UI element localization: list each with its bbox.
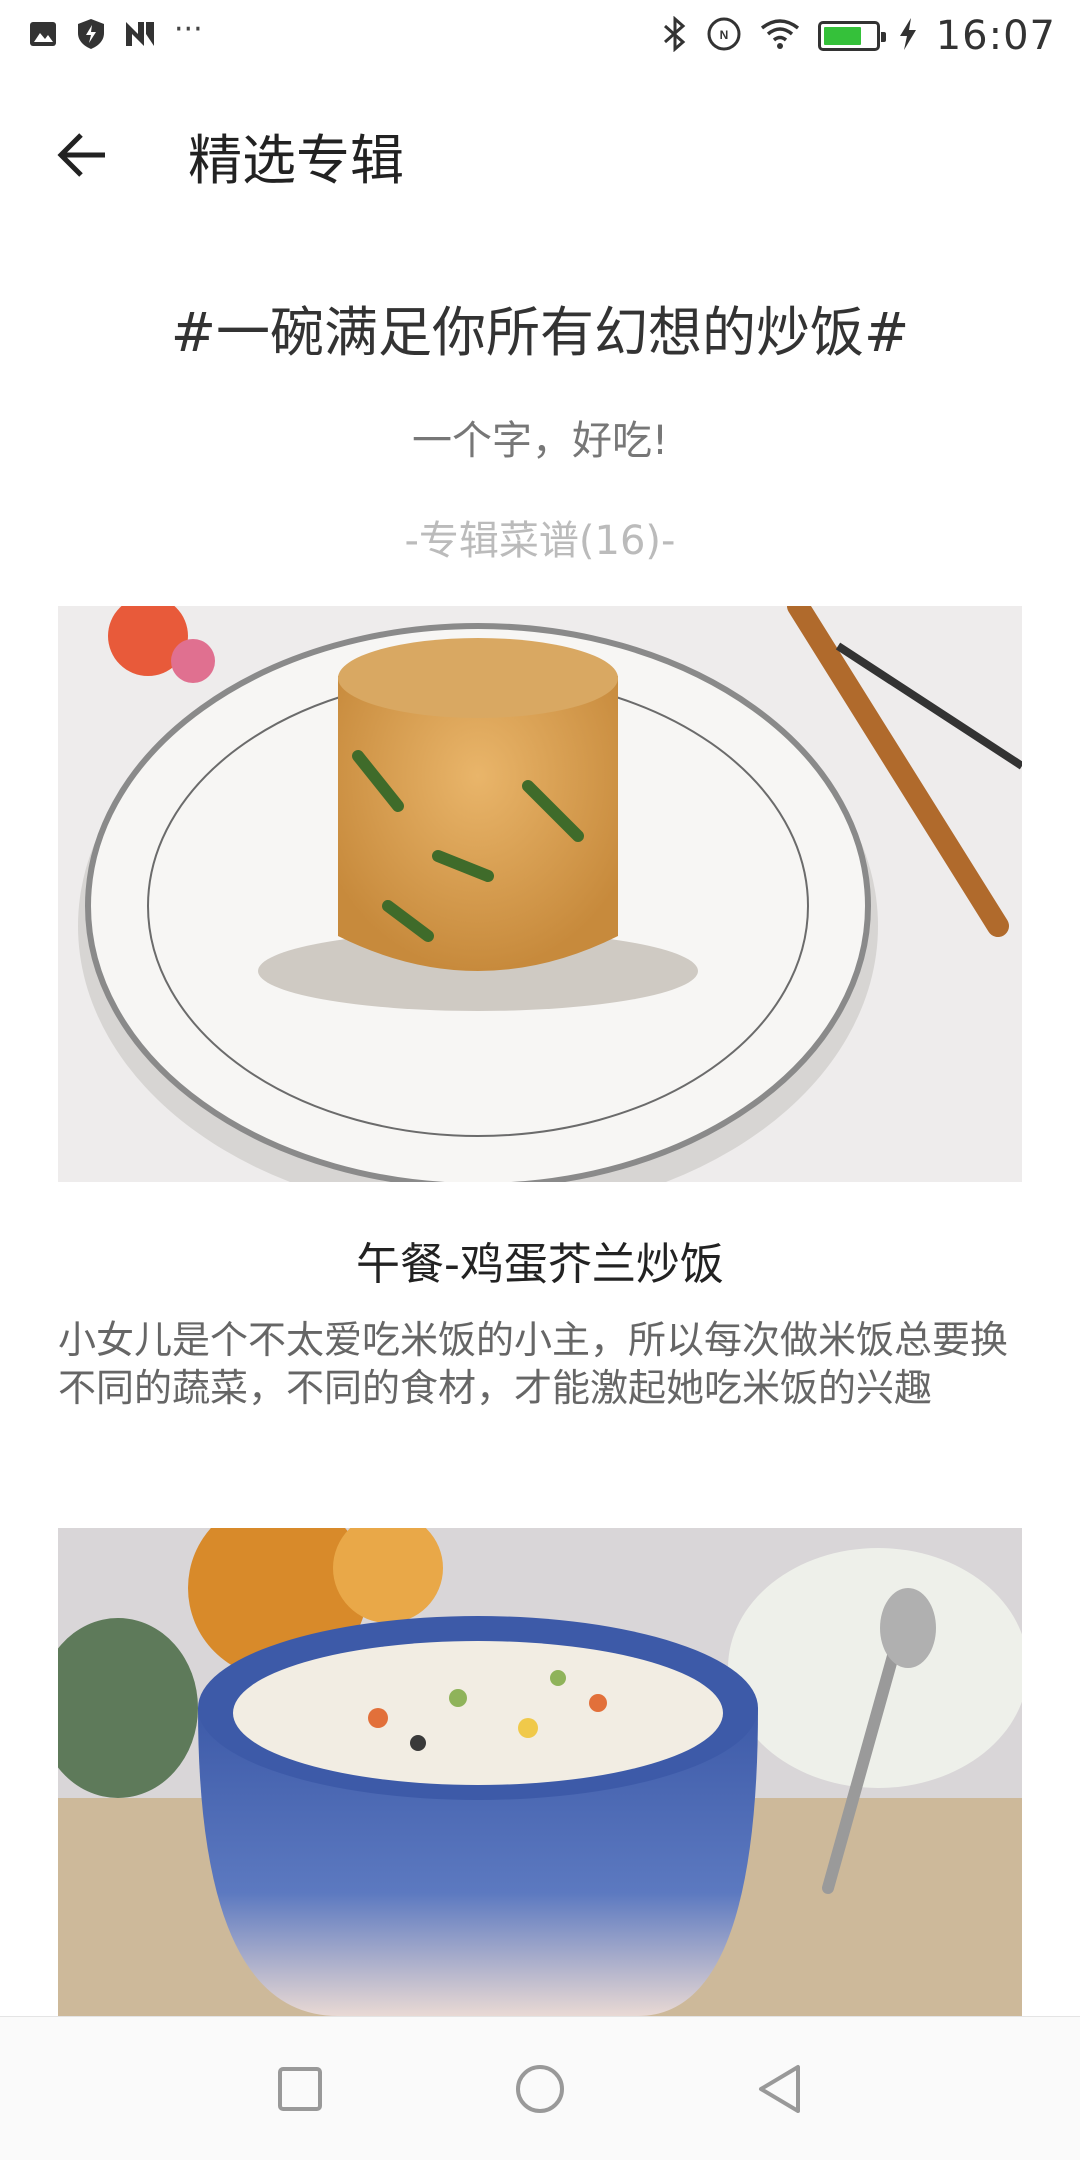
recipe-1-title[interactable]: 午餐-鸡蛋芥兰炒饭: [58, 1228, 1022, 1292]
system-nav-bar: [0, 2016, 1080, 2160]
arrow-left-icon: [57, 133, 105, 177]
status-bar: ··· N 16:07: [0, 0, 1080, 72]
status-left: ···: [28, 12, 203, 54]
gallery-icon: [28, 19, 58, 53]
battery-icon: [817, 21, 886, 51]
recent-apps-icon: [278, 2066, 322, 2111]
bluetooth-icon: [662, 15, 688, 56]
back-triangle-icon: [759, 2064, 800, 2113]
recipe-1-description: 小女儿是个不太爱吃米饭的小主，所以每次做米饭总要换不同的蔬菜，不同的食材，才能激…: [58, 1318, 1009, 1410]
recipe-1-image[interactable]: [58, 606, 1022, 1182]
overflow-dots: ···: [174, 11, 203, 47]
recent-apps-button[interactable]: [250, 2039, 350, 2139]
screen: ··· N 16:07 精选专辑 #一碗满足你所有幻想的炒饭# 一个字，好吃! …: [0, 0, 1080, 2160]
nav-back-button[interactable]: [730, 2039, 830, 2139]
home-button[interactable]: [490, 2039, 590, 2139]
album-recipe-count: -专辑菜谱(16)-: [404, 518, 676, 564]
home-icon: [516, 2064, 564, 2113]
recipe-2-image[interactable]: [58, 1528, 1022, 2016]
n-app-icon: [124, 20, 156, 52]
charging-icon: [898, 17, 918, 55]
page-title: 精选专辑: [188, 128, 404, 192]
battery-level-fill: [823, 27, 862, 45]
album-subtitle: 一个字，好吃!: [411, 418, 669, 464]
svg-text:N: N: [719, 28, 728, 42]
shield-bolt-icon: [76, 18, 106, 54]
app-bar: 精选专辑: [0, 100, 1080, 210]
nfc-icon: N: [706, 16, 742, 56]
album-title: #一碗满足你所有幻想的炒饭#: [170, 301, 910, 364]
back-button[interactable]: [28, 100, 138, 210]
status-time: 16:07: [935, 13, 1056, 59]
status-right: N 16:07: [662, 13, 1056, 59]
wifi-icon: [760, 18, 800, 54]
